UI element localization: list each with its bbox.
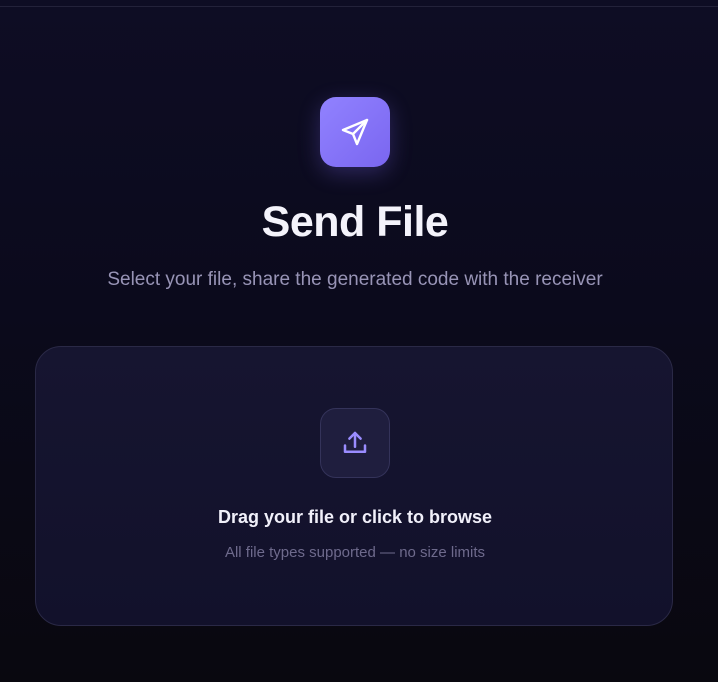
page-subtitle: Select your file, share the generated co…: [107, 269, 603, 290]
top-divider: [0, 6, 718, 7]
send-icon: [341, 118, 369, 146]
file-dropzone[interactable]: Drag your file or click to browse All fi…: [35, 346, 673, 626]
upload-icon: [343, 431, 367, 453]
dropzone-hint: All file types supported — no size limit…: [224, 544, 486, 561]
dropzone-title: Drag your file or click to browse: [217, 507, 493, 527]
page-title: Send File: [261, 198, 449, 246]
upload-icon-badge: [320, 408, 390, 478]
send-icon-badge: [320, 97, 390, 167]
